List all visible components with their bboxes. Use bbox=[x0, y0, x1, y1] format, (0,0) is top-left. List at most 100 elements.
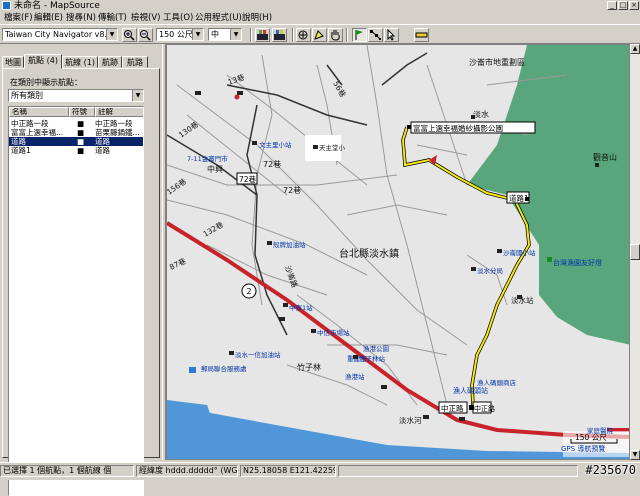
tab-waypoints[interactable]: 航點 (4) bbox=[24, 54, 62, 69]
left-panel: 地圖 航點 (4) 航線 (1) 航跡 航路 在類別中顯示航點： 所有類別 ▼ … bbox=[0, 44, 162, 496]
column-header-symbol[interactable]: 符號 bbox=[69, 107, 95, 117]
poi-icon[interactable] bbox=[311, 329, 316, 333]
scroll-down-button[interactable]: ▼ bbox=[630, 450, 640, 460]
chevron-down-icon[interactable]: ▼ bbox=[132, 90, 143, 101]
menu-view[interactable]: 檢視(V) bbox=[131, 12, 160, 24]
zoom-out-button[interactable] bbox=[138, 28, 153, 42]
waypoint-marker[interactable] bbox=[469, 405, 474, 410]
menu-search[interactable]: 搜尋(N) bbox=[66, 12, 96, 24]
chevron-down-icon[interactable]: ▼ bbox=[192, 29, 203, 40]
zoom-in-button[interactable] bbox=[122, 28, 137, 42]
product-select-value: Taiwan City Navigator v8.02 bbox=[5, 30, 118, 39]
map-vertical-scrollbar[interactable]: ▲ ▼ bbox=[630, 44, 640, 460]
zoom-in-icon bbox=[124, 30, 135, 41]
waypoint-marker[interactable] bbox=[525, 197, 529, 201]
close-button[interactable]: × bbox=[629, 1, 639, 10]
poi-icon[interactable] bbox=[547, 257, 552, 262]
list-item[interactable]: 富富上選幸福... ■ 苗栗縣鍋鐵... bbox=[9, 128, 143, 137]
menu-tools[interactable]: 工具(O) bbox=[163, 12, 193, 24]
detail-select[interactable]: 中 ▼ bbox=[208, 28, 242, 41]
poi-label: 中信市場站 bbox=[317, 328, 350, 337]
tab-map[interactable]: 地圖 bbox=[2, 56, 24, 68]
measure-tool-button[interactable] bbox=[414, 28, 429, 42]
chevron-down-icon[interactable]: ▼ bbox=[230, 29, 241, 40]
waypoint-label-zhongzheng2: 中正路 bbox=[474, 404, 495, 413]
scroll-thumb[interactable] bbox=[630, 244, 640, 260]
list-item[interactable]: 道路1 ■ 道路 bbox=[9, 146, 143, 155]
list-item[interactable]: 中正路一段 ■ 中正路一段 bbox=[9, 119, 143, 128]
menu-edit[interactable]: 編輯(E) bbox=[34, 12, 63, 24]
zoom-scale-select[interactable]: 150 公尺 ▼ bbox=[156, 28, 204, 41]
send-to-device-button[interactable] bbox=[272, 28, 287, 42]
poi-icon[interactable] bbox=[423, 415, 429, 419]
tab-routes[interactable]: 航線 (1) bbox=[62, 56, 98, 68]
poi-icon[interactable] bbox=[381, 385, 387, 389]
waypoint-symbol: ■ bbox=[77, 128, 85, 137]
route-tool-button[interactable] bbox=[368, 28, 383, 42]
poi-icon[interactable] bbox=[229, 351, 234, 355]
column-header-name[interactable]: 名稱 bbox=[9, 107, 69, 117]
chevron-down-icon[interactable]: ▼ bbox=[106, 29, 117, 40]
menu-file[interactable]: 檔案(F) bbox=[4, 12, 33, 24]
route-icon bbox=[370, 30, 381, 40]
menu-bar: 檔案(F) 編輯(E) 搜尋(N) 傳輸(T) 檢視(V) 工具(O) 公用程式… bbox=[0, 12, 640, 24]
hospital-note: 家庭醫院 bbox=[587, 426, 614, 435]
receive-from-device-button[interactable] bbox=[255, 28, 270, 42]
product-select[interactable]: Taiwan City Navigator v8.02 ▼ bbox=[2, 28, 118, 41]
menu-help[interactable]: 說明(H) bbox=[242, 12, 272, 24]
waypoint-comment: 道路 bbox=[95, 146, 110, 155]
poi-icon[interactable] bbox=[471, 267, 476, 271]
poi-icon[interactable] bbox=[497, 249, 502, 253]
poi-icon[interactable] bbox=[353, 355, 358, 359]
tab-tracks[interactable]: 航跡 bbox=[98, 56, 122, 68]
poi-icon[interactable] bbox=[279, 317, 285, 321]
street-sign-text: 72巷 bbox=[239, 175, 257, 184]
poi-label: 殼牌加油站 bbox=[273, 240, 306, 249]
waypoint-marker[interactable] bbox=[407, 125, 411, 129]
waypoint-list[interactable]: 名稱 符號 註解 中正路一段 ■ 中正路一段 富富上選幸福... ■ 苗栗縣鍋鐵… bbox=[8, 106, 144, 496]
map-view[interactable]: 2 72巷 富富上選幸福婚紗攝影公園 道路1 中正路 中正路 台北縣淡水鎮 淡水… bbox=[166, 44, 630, 460]
list-item-selected[interactable]: 道路 ■ 道路 bbox=[9, 137, 143, 146]
zoom-tool-button[interactable] bbox=[296, 28, 311, 42]
status-coord-format: 經緯度 hddd.ddddd° (WGS 84) bbox=[136, 465, 238, 477]
category-filter-select[interactable]: 所有類別 ▼ bbox=[8, 89, 144, 102]
waypoint-label-zhongzheng: 中正路 bbox=[441, 403, 464, 413]
place-label-tamsui: 淡水 bbox=[473, 109, 489, 119]
place-label-shalun: 沙崙市地重劃區 bbox=[469, 57, 525, 67]
poi-icon[interactable] bbox=[189, 367, 196, 373]
column-header-comment[interactable]: 註解 bbox=[95, 107, 143, 117]
poi-label-lighthouse: 台灣漁園友好燈 bbox=[553, 258, 602, 267]
waypoint-tool-button[interactable] bbox=[352, 28, 367, 42]
toolbar-separator bbox=[250, 28, 252, 42]
waypoint-comment: 道路 bbox=[95, 137, 110, 146]
poi-icon[interactable] bbox=[195, 91, 201, 95]
maximize-button[interactable]: □ bbox=[618, 1, 628, 10]
poi-icon[interactable] bbox=[595, 163, 599, 167]
street-label-72: 72巷 bbox=[263, 160, 281, 169]
map-canvas[interactable]: 2 72巷 富富上選幸福婚紗攝影公園 道路1 中正路 中正路 台北縣淡水鎮 淡水… bbox=[167, 45, 630, 460]
minimize-button[interactable]: _ bbox=[607, 1, 617, 10]
poi-icon[interactable] bbox=[459, 417, 465, 421]
poi-icon[interactable] bbox=[237, 91, 243, 95]
poi-icon[interactable] bbox=[313, 145, 318, 149]
hand-tool-button[interactable] bbox=[328, 28, 343, 42]
poi-icon[interactable] bbox=[517, 295, 522, 299]
district-label: 台北縣淡水鎮 bbox=[339, 247, 399, 260]
menu-transfer[interactable]: 傳輸(T) bbox=[98, 12, 127, 24]
pointer-tool-button[interactable] bbox=[384, 28, 399, 42]
zoom-tool-icon bbox=[298, 30, 308, 40]
status-empty bbox=[338, 465, 578, 477]
poi-icon[interactable] bbox=[267, 241, 272, 245]
poi-icon[interactable] bbox=[471, 115, 475, 119]
scroll-up-button[interactable]: ▲ bbox=[630, 44, 640, 54]
tab-paths[interactable]: 航路 bbox=[122, 56, 148, 68]
poi-icon[interactable] bbox=[283, 303, 288, 307]
waypoint-name: 富富上選幸福... bbox=[11, 128, 64, 137]
select-tool-button[interactable] bbox=[312, 28, 327, 42]
poi-icon[interactable] bbox=[252, 141, 257, 145]
poi-label: 郵局聯合服務處 bbox=[201, 364, 247, 373]
toolbar-separator bbox=[292, 28, 294, 42]
poi-label: 7-11金寶門市 bbox=[187, 154, 228, 163]
poi-icon[interactable] bbox=[234, 94, 240, 100]
menu-utilities[interactable]: 公用程式(U) bbox=[195, 12, 242, 24]
